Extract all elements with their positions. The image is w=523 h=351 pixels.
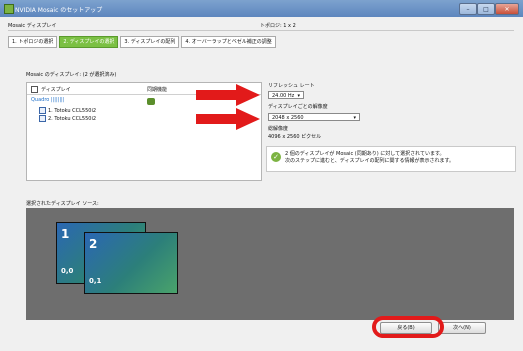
refresh-rate-dropdown[interactable]: 24.00 Hz ▾ [268,91,304,99]
tab-overlap-bezel[interactable]: 4. オーバーラップとベゼル補正の調整 [181,36,276,48]
monitor-2[interactable]: 2 0,1 [84,232,178,294]
resolution-dropdown[interactable]: 2048 x 2560 ▾ [268,113,360,121]
close-button[interactable]: ✕ [495,3,519,15]
display-2-label: 2. Totoku CCL550i2 [48,115,97,122]
resolution-label: ディスプレイごとの解像度 [268,104,328,110]
window-title: NVIDIA Mosaic のセットアップ [15,7,103,14]
column-sync: 同期機能 [147,87,168,93]
info-line-1: 2 個のディスプレイが Mosaic (同期あり) に対して選択されています。 [285,151,445,157]
refresh-rate-value: 24.00 Hz [272,93,295,99]
monitor-2-coord: 0,1 [89,277,102,285]
display-item-2[interactable]: 2. Totoku CCL550i2 [39,115,96,122]
info-message: 2 個のディスプレイが Mosaic (同期あり) に対して選択されています。 … [285,151,454,165]
monitor-1-number: 1 [61,227,70,241]
monitor-1-coord: 0,0 [61,267,74,275]
display-preview-area: 1 0,0 2 0,1 [26,208,514,320]
column-display: ディスプレイ [41,87,71,93]
display-1-checkbox[interactable] [39,107,46,114]
tab-select-display[interactable]: 2. ディスプレイの選択 [59,36,119,48]
preview-section-label: 選択されたディスプレイ ソース: [26,201,99,207]
gpu-label: Quadro |||||||| [31,97,65,103]
total-resolution-label: 総解像度 [268,126,289,132]
display-item-1[interactable]: 1. Totoku CCL550i2 [39,107,96,114]
total-resolution-value: 4096 x 2560 ピクセル [268,134,322,140]
title-bar: NVIDIA Mosaic のセットアップ – □ ✕ [0,0,523,17]
subheader-topology: トポロジ: 1 x 2 [260,23,296,29]
display-1-label: 1. Totoku CCL550i2 [48,107,97,114]
mosaic-setup-window: NVIDIA Mosaic のセットアップ – □ ✕ Mosaic ディスプレ… [0,0,523,351]
minimize-button[interactable]: – [459,3,477,15]
display-2-checkbox[interactable] [39,115,46,122]
tab-topology[interactable]: 1. トポロジの選択 [8,36,58,48]
refresh-rate-label: リフレッシュ レート [268,83,315,89]
red-highlight-oval [372,316,444,338]
select-all-checkbox[interactable] [31,86,38,93]
tab-arrange-display[interactable]: 3. ディスプレイの配列 [120,36,180,48]
sync-icon [147,98,155,105]
nvidia-app-icon [4,4,14,14]
red-arrow-resolution-icon [196,108,260,130]
chevron-down-icon: ▾ [297,93,300,99]
subheader-mosaic-display: Mosaic ディスプレイ [8,23,57,29]
check-icon: ✓ [271,152,281,162]
red-arrow-refresh-icon [196,84,260,106]
resolution-value: 2048 x 2560 [272,115,304,121]
chevron-down-icon: ▾ [353,115,356,121]
displays-section-label: Mosaic のディスプレイ: (2 が選択済み) [26,72,117,78]
info-box: ✓ 2 個のディスプレイが Mosaic (同期あり) に対して選択されています… [266,146,516,172]
next-button[interactable]: 次へ(N) [438,322,486,334]
monitor-2-number: 2 [89,237,98,251]
subheader: Mosaic ディスプレイ トポロジ: 1 x 2 [8,20,514,31]
maximize-button[interactable]: □ [477,3,495,15]
wizard-tabs: 1. トポロジの選択 2. ディスプレイの選択 3. ディスプレイの配列 4. … [8,36,276,48]
info-line-2: 次のステップに進むと、ディスプレイの配列に関する情報が表示されます。 [285,158,454,164]
